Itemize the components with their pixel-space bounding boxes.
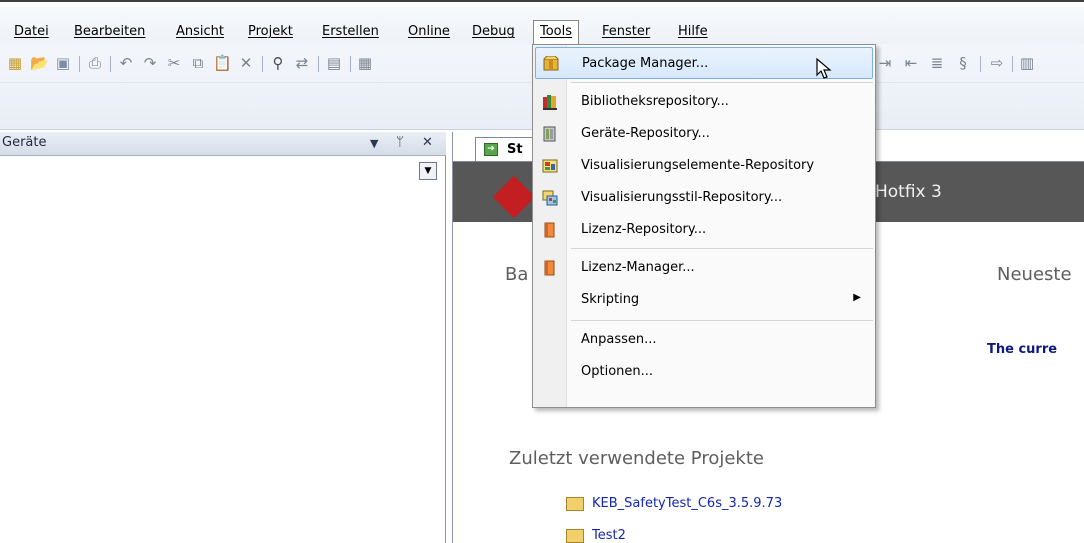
menu-item-label: Lizenz-Manager... — [581, 260, 695, 275]
menu-item-label: Visualisierungselemente-Repository — [581, 158, 815, 173]
pane-menu-icon[interactable]: ▼ — [370, 137, 378, 150]
replace-icon[interactable]: ⇄ — [293, 54, 311, 72]
menu-item-visualization-elements-repository[interactable]: Visualisierungselemente-Repository — [535, 150, 873, 182]
menu-item-visualization-style-repository[interactable]: Visualisierungsstil-Repository... — [535, 182, 873, 214]
library-repository-icon — [543, 95, 557, 110]
tools-menu: Package Manager... Bibliotheksrepository… — [532, 44, 876, 408]
recent-projects-title: Zuletzt verwendete Projekte — [509, 448, 764, 469]
menu-tools[interactable]: Tools — [533, 20, 580, 45]
section-basic-operations: Ba — [505, 264, 529, 285]
menu-online[interactable]: Online — [402, 21, 456, 43]
paste-icon[interactable]: 📋 — [213, 54, 232, 72]
visualization-style-icon — [542, 190, 558, 206]
open-project-icon[interactable]: 📂 — [30, 54, 49, 72]
menu-item-label: Geräte-Repository... — [581, 126, 710, 141]
devices-pane-title: Geräte — [2, 135, 47, 150]
menu-item-license-repository[interactable]: Lizenz-Repository... — [535, 214, 873, 246]
find-icon[interactable]: ⚲ — [269, 54, 287, 72]
toolbar-separator — [262, 56, 263, 72]
window-icon[interactable]: ▤ — [325, 54, 343, 72]
toolbar-separator — [79, 56, 80, 72]
menu-item-label: Bibliotheksrepository... — [581, 94, 729, 109]
menu-item-license-manager[interactable]: Lizenz-Manager... — [535, 252, 873, 284]
toolbar-separator — [1012, 56, 1013, 72]
menu-debug[interactable]: Debug — [466, 21, 521, 43]
save-icon[interactable]: ▣ — [54, 54, 72, 72]
menu-datei[interactable]: Datei — [8, 21, 55, 43]
license-repository-icon — [544, 222, 555, 238]
menu-item-options[interactable]: Optionen... — [535, 356, 873, 388]
pin-icon[interactable]: ᛘ — [396, 135, 404, 150]
submenu-arrow-icon: ▶ — [853, 292, 861, 303]
redo-icon[interactable]: ↷ — [141, 54, 159, 72]
banner-version-text: Hotfix 3 — [875, 182, 942, 202]
menu-item-device-repository[interactable]: Geräte-Repository... — [535, 118, 873, 150]
news-headline[interactable]: The curre — [987, 342, 1057, 357]
menu-separator — [571, 82, 873, 83]
visualization-elements-icon — [542, 159, 558, 173]
close-icon[interactable]: ✕ — [422, 135, 433, 150]
chevron-down-icon[interactable]: ▼ — [419, 162, 437, 180]
menu-item-label: Skripting — [581, 292, 640, 307]
menu-ansicht[interactable]: Ansicht — [170, 21, 230, 43]
mouse-cursor-icon — [816, 58, 832, 79]
outdent-icon[interactable]: ⇤ — [902, 54, 920, 72]
menu-item-library-repository[interactable]: Bibliotheksrepository... — [535, 86, 873, 118]
menu-item-scripting[interactable]: Skripting ▶ — [535, 284, 873, 316]
devices-pane: Geräte ▼ ᛘ ✕ ▼ — [0, 132, 446, 543]
section-latest-news: Neueste — [997, 264, 1072, 285]
toolbar-separator — [350, 56, 351, 72]
menu-separator — [571, 248, 873, 249]
menu-hilfe[interactable]: Hilfe — [672, 21, 714, 43]
undo-icon[interactable]: ↶ — [117, 54, 135, 72]
toolbar-separator — [110, 56, 111, 72]
copy-icon[interactable]: ⧉ — [189, 54, 207, 72]
cut-icon[interactable]: ✂ — [165, 54, 183, 72]
ide-window: Datei Bearbeiten Ansicht Projekt Erstell… — [0, 0, 1084, 543]
device-repository-icon — [543, 126, 556, 142]
menu-bar: Datei Bearbeiten Ansicht Projekt Erstell… — [0, 0, 1084, 45]
menu-item-customize[interactable]: Anpassen... — [535, 324, 873, 356]
new-project-icon[interactable]: ▦ — [6, 54, 24, 72]
start-page-icon: ➔ — [484, 143, 498, 156]
indent-icon[interactable]: ⇥ — [876, 54, 894, 72]
menu-item-label: Package Manager... — [582, 56, 709, 71]
insert-line-icon[interactable]: ≣ — [928, 54, 946, 72]
folder-icon — [566, 497, 584, 511]
print-icon[interactable]: ⎙ — [86, 54, 104, 72]
build-icon[interactable]: ▦ — [356, 54, 374, 72]
package-icon — [543, 56, 559, 71]
menu-item-label: Lizenz-Repository... — [581, 222, 707, 237]
menu-separator — [571, 320, 873, 321]
branch-icon[interactable]: § — [954, 54, 972, 72]
recent-project-link[interactable]: Test2 — [592, 528, 626, 543]
menu-item-label: Visualisierungsstil-Repository... — [581, 190, 783, 205]
menu-erstellen[interactable]: Erstellen — [316, 21, 385, 43]
recent-project-link[interactable]: KEB_SafetyTest_C6s_3.5.9.73 — [592, 496, 782, 511]
menu-bearbeiten[interactable]: Bearbeiten — [68, 21, 151, 43]
devices-pane-header: Geräte ▼ ᛘ ✕ — [0, 132, 446, 156]
folder-icon — [566, 529, 584, 543]
menu-item-label: Anpassen... — [581, 332, 657, 347]
menu-fenster[interactable]: Fenster — [596, 21, 656, 43]
delete-icon[interactable]: ✕ — [237, 54, 255, 72]
network-icon[interactable]: ▥ — [1018, 54, 1036, 72]
license-manager-icon — [544, 260, 555, 276]
tab-start-page-label: St — [507, 142, 523, 157]
step-icon[interactable]: ⇨ — [988, 54, 1006, 72]
menu-projekt[interactable]: Projekt — [242, 21, 299, 43]
toolbar-separator — [318, 56, 319, 72]
product-logo-icon — [492, 175, 536, 219]
menu-item-label: Optionen... — [581, 364, 654, 379]
toolbar-separator — [980, 56, 981, 72]
